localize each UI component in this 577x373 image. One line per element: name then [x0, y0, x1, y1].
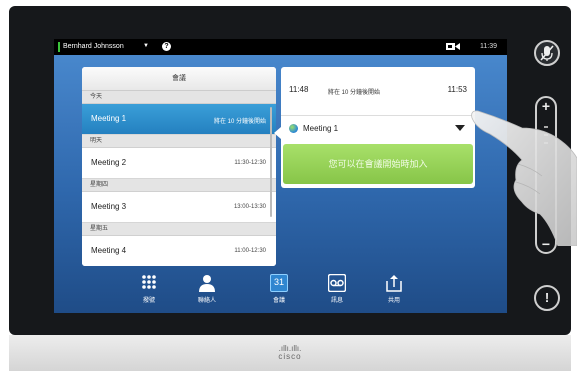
- camera-icon[interactable]: [446, 42, 460, 51]
- meeting-name: Meeting 1: [91, 114, 127, 123]
- alert-button[interactable]: !: [534, 285, 560, 311]
- touch-screen: Bernhard Johnsson ▼ ? 11:39 會議 今天 Meetin…: [54, 39, 507, 313]
- toolbar-item-meetings[interactable]: 31 會議: [259, 274, 299, 304]
- scrollbar[interactable]: [270, 107, 272, 217]
- toolbar-item-share[interactable]: 共用: [374, 274, 414, 304]
- share-icon: [386, 275, 402, 292]
- help-icon[interactable]: ?: [162, 42, 171, 51]
- detail-start-time: 11:48: [289, 85, 309, 94]
- calendar-icon: 31: [270, 274, 288, 292]
- microphone-muted-icon: [540, 45, 554, 61]
- device-base: .ıllı.ıllı. cisco: [9, 335, 571, 371]
- keypad-icon: [142, 275, 156, 289]
- toolbar-label: 撥號: [142, 298, 155, 304]
- meetings-panel-title: 會議: [82, 67, 276, 91]
- user-name[interactable]: Bernhard Johnsson: [63, 43, 124, 50]
- status-bar: Bernhard Johnsson ▼ ? 11:39: [54, 39, 507, 55]
- status-indicator: [58, 42, 60, 52]
- meeting-detail-panel: 11:48 將在 10 分鐘後開始 11:53 Meeting 1 您可以在會議…: [281, 67, 475, 188]
- mute-microphone-button[interactable]: [534, 40, 560, 66]
- expand-chevron-icon[interactable]: [455, 125, 465, 131]
- meeting-name: Meeting 2: [91, 158, 127, 167]
- join-button[interactable]: 您可以在會議開始時加入: [283, 144, 473, 184]
- meeting-row-4[interactable]: Meeting 4 11:00-12:30: [82, 236, 276, 266]
- meeting-time: 11:00-12:30: [234, 248, 266, 254]
- toolbar-item-dial[interactable]: 撥號: [129, 274, 169, 304]
- bottom-toolbar: 撥號 聯絡人 31 會議 訊息 共用: [54, 271, 507, 313]
- person-icon: [199, 275, 215, 292]
- section-thursday: 星期四: [82, 179, 276, 192]
- detail-status: 將在 10 分鐘後開始: [328, 90, 381, 96]
- cisco-logo: .ıllı.ıllı. cisco: [9, 345, 571, 361]
- meeting-row-2[interactable]: Meeting 2 11:30-12:30: [82, 148, 276, 179]
- user-menu-chevron-icon[interactable]: ▼: [143, 43, 149, 49]
- detail-pointer: [274, 127, 281, 139]
- section-today: 今天: [82, 91, 276, 104]
- meeting-time: 11:30-12:30: [234, 160, 266, 166]
- meeting-name: Meeting 4: [91, 246, 127, 255]
- globe-icon: [289, 124, 298, 133]
- detail-end-time: 11:53: [447, 85, 467, 94]
- toolbar-label: 會議: [272, 298, 285, 304]
- section-friday: 星期五: [82, 223, 276, 236]
- toolbar-label: 聯絡人: [197, 298, 216, 304]
- voicemail-icon: [328, 274, 346, 292]
- detail-meeting-name[interactable]: Meeting 1: [303, 124, 338, 133]
- clock: 11:39: [480, 43, 497, 50]
- toolbar-item-messages[interactable]: 訊息: [317, 274, 357, 304]
- toolbar-item-contacts[interactable]: 聯絡人: [187, 274, 227, 304]
- toolbar-label: 訊息: [330, 298, 343, 304]
- toolbar-label: 共用: [387, 298, 400, 304]
- section-tomorrow: 明天: [82, 135, 276, 148]
- divider: [281, 115, 475, 116]
- meetings-panel: 會議 今天 Meeting 1 將在 10 分鐘後開始 明天 Meeting 2…: [82, 67, 276, 266]
- cisco-logo-text: cisco: [278, 352, 302, 361]
- hand-illustration: [471, 110, 577, 246]
- meeting-time: 13:00-13:30: [233, 204, 266, 210]
- meeting-row-1[interactable]: Meeting 1 將在 10 分鐘後開始: [82, 104, 276, 135]
- meeting-name: Meeting 3: [91, 202, 127, 211]
- meeting-time: 將在 10 分鐘後開始: [213, 119, 266, 125]
- meeting-row-3[interactable]: Meeting 3 13:00-13:30: [82, 192, 276, 223]
